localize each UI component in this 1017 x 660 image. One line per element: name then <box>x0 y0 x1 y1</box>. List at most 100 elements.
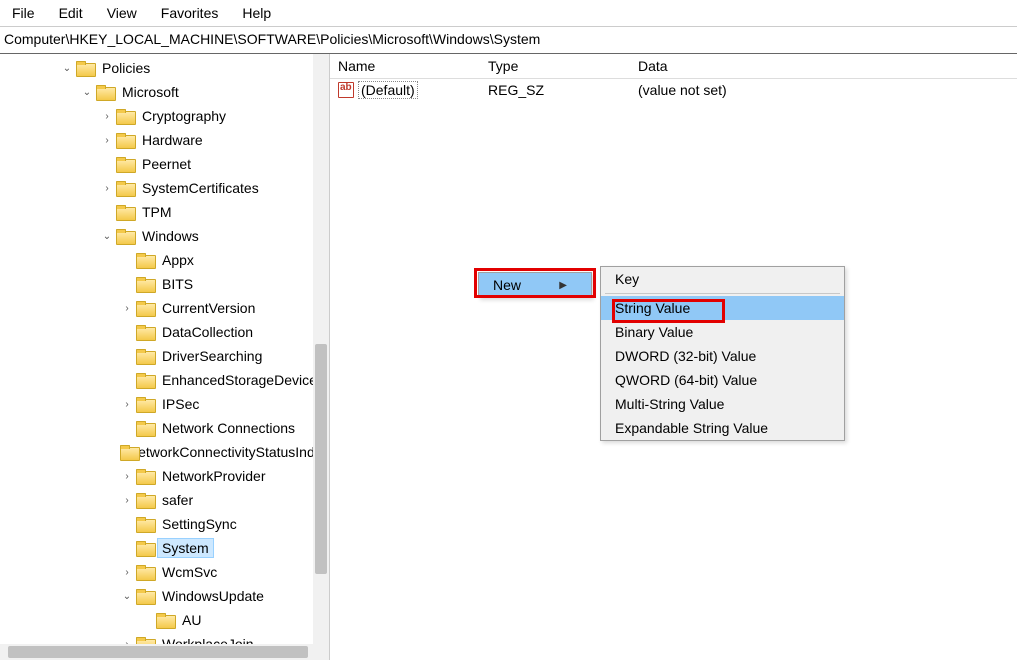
folder-icon <box>116 157 134 171</box>
tree-horizontal-scrollbar-thumb[interactable] <box>8 646 308 658</box>
address-bar[interactable]: Computer\HKEY_LOCAL_MACHINE\SOFTWARE\Pol… <box>0 27 1017 54</box>
tree-node-label: Cryptography <box>138 107 230 125</box>
context-menu-parent: New ▶ <box>478 272 592 298</box>
tree-node[interactable]: DataCollection <box>0 320 329 344</box>
tree-node[interactable]: EnhancedStorageDevices <box>0 368 329 392</box>
column-header-name[interactable]: Name <box>330 54 480 78</box>
folder-icon <box>136 517 154 531</box>
tree-node-label: NetworkProvider <box>158 467 269 485</box>
folder-icon <box>136 493 154 507</box>
tree-node[interactable]: › SystemCertificates <box>0 176 329 200</box>
tree-node[interactable]: TPM <box>0 200 329 224</box>
values-panel: Name Type Data (Default) REG_SZ (value n… <box>330 54 1017 660</box>
context-item[interactable]: Multi-String Value <box>601 392 844 416</box>
tree-node[interactable]: › Hardware <box>0 128 329 152</box>
chevron-right-icon[interactable]: › <box>120 469 134 483</box>
chevron-down-icon[interactable]: ⌄ <box>80 85 94 99</box>
tree-node[interactable]: ⌄WindowsUpdate <box>0 584 329 608</box>
menu-separator <box>605 293 840 294</box>
tree-node[interactable]: ›CurrentVersion <box>0 296 329 320</box>
list-header: Name Type Data <box>330 54 1017 79</box>
tree-node-label: BITS <box>158 275 197 293</box>
tree-node[interactable]: DriverSearching <box>0 344 329 368</box>
chevron-right-icon[interactable]: › <box>120 493 134 507</box>
folder-icon <box>136 253 154 267</box>
tree-node[interactable]: AU <box>0 608 329 632</box>
tree-horizontal-scrollbar[interactable] <box>0 644 313 660</box>
chevron-down-icon[interactable]: ⌄ <box>100 229 114 243</box>
menu-favorites[interactable]: Favorites <box>151 3 229 23</box>
chevron-right-icon[interactable]: › <box>100 181 114 195</box>
column-header-data[interactable]: Data <box>630 54 1017 78</box>
context-menu-submenu: Key String Value Binary Value DWORD (32-bit… <box>600 266 845 441</box>
chevron-right-icon[interactable]: › <box>100 109 114 123</box>
tree-node[interactable]: BITS <box>0 272 329 296</box>
tree-node[interactable]: › IPSec <box>0 392 329 416</box>
submenu-arrow-icon: ▶ <box>559 280 567 291</box>
menu-file[interactable]: File <box>2 3 45 23</box>
context-item-new[interactable]: New ▶ <box>479 273 591 297</box>
tree-node[interactable]: › WcmSvc <box>0 560 329 584</box>
folder-icon <box>136 397 154 411</box>
context-item-label: Key <box>615 271 639 287</box>
context-item[interactable]: QWORD (64-bit) Value <box>601 368 844 392</box>
tree-node-label: WcmSvc <box>158 563 221 581</box>
menu-view[interactable]: View <box>97 3 147 23</box>
context-item[interactable]: Key <box>601 267 844 291</box>
tree-node[interactable]: › safer <box>0 488 329 512</box>
tree-node-label: safer <box>158 491 197 509</box>
tree-node[interactable]: ⌄Policies <box>0 56 329 80</box>
folder-icon <box>136 469 154 483</box>
value-type: REG_SZ <box>480 80 630 100</box>
tree-node-label: SettingSync <box>158 515 241 533</box>
context-item-label: QWORD (64-bit) Value <box>615 372 757 388</box>
tree-node-label: SystemCertificates <box>138 179 263 197</box>
tree-node[interactable]: › Cryptography <box>0 104 329 128</box>
tree-vertical-scrollbar-thumb[interactable] <box>315 344 327 574</box>
menu-edit[interactable]: Edit <box>49 3 93 23</box>
context-item[interactable]: Expandable String Value <box>601 416 844 440</box>
string-value-icon <box>338 82 354 98</box>
tree-vertical-scrollbar[interactable] <box>313 54 329 660</box>
chevron-right-icon[interactable]: › <box>120 397 134 411</box>
tree-node-label: Hardware <box>138 131 207 149</box>
registry-tree[interactable]: ⌄Policies⌄Microsoft › Cryptography › Hardwar… <box>0 54 329 660</box>
chevron-right-icon[interactable]: › <box>100 133 114 147</box>
tree-node[interactable]: ⌄ Windows <box>0 224 329 248</box>
context-item[interactable]: String Value <box>601 296 844 320</box>
tree-node-label: System <box>158 539 213 557</box>
tree-node[interactable]: Network Connections <box>0 416 329 440</box>
tree-node[interactable]: NetworkConnectivityStatusIndicator <box>0 440 329 464</box>
column-header-type[interactable]: Type <box>480 54 630 78</box>
chevron-right-icon[interactable]: › <box>120 565 134 579</box>
folder-icon <box>116 229 134 243</box>
tree-node-label: AU <box>178 611 205 629</box>
folder-icon <box>76 61 94 75</box>
tree-node[interactable]: › NetworkProvider <box>0 464 329 488</box>
tree-node[interactable]: Peernet <box>0 152 329 176</box>
chevron-down-icon[interactable]: ⌄ <box>120 589 134 603</box>
folder-icon <box>136 373 154 387</box>
folder-icon <box>136 349 154 363</box>
menu-help[interactable]: Help <box>232 3 281 23</box>
tree-node[interactable]: ⌄Microsoft <box>0 80 329 104</box>
folder-icon <box>136 301 154 315</box>
chevron-down-icon[interactable]: ⌄ <box>60 61 74 75</box>
chevron-right-icon[interactable]: › <box>120 301 134 315</box>
tree-node[interactable]: Appx <box>0 248 329 272</box>
folder-icon <box>136 325 154 339</box>
tree-node-label: DataCollection <box>158 323 257 341</box>
tree-node-label: DriverSearching <box>158 347 266 365</box>
context-item[interactable]: Binary Value <box>601 320 844 344</box>
tree-node-label: Windows <box>138 227 203 245</box>
context-item-label: New <box>493 277 521 293</box>
tree-node[interactable]: SettingSync <box>0 512 329 536</box>
list-row[interactable]: (Default) REG_SZ (value not set) <box>330 79 1017 101</box>
value-name: (Default) <box>358 81 418 99</box>
tree-node[interactable]: System <box>0 536 329 560</box>
context-item-label: DWORD (32-bit) Value <box>615 348 756 364</box>
menu-bar: File Edit View Favorites Help <box>0 0 1017 27</box>
tree-node-label: IPSec <box>158 395 203 413</box>
context-item-label: String Value <box>615 300 690 316</box>
context-item[interactable]: DWORD (32-bit) Value <box>601 344 844 368</box>
